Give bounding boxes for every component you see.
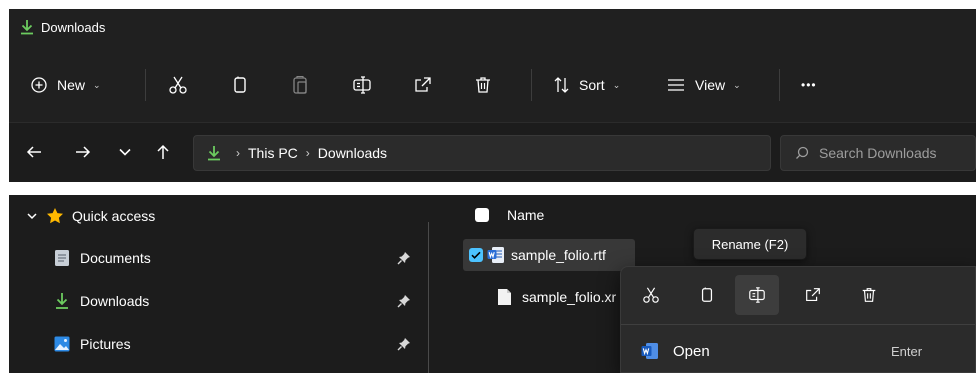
file-name: sample_folio.rtf [511,247,606,263]
chevron-down-icon: ⌄ [93,79,101,90]
rename-icon [748,286,766,304]
row-checkbox-checked[interactable] [469,248,483,262]
column-name-label: Name [507,207,545,223]
ctx-open-item[interactable]: Open Enter [621,333,975,369]
arrow-right-icon [75,144,91,160]
chevron-down-icon: ⌄ [733,79,741,90]
trash-icon [860,286,878,304]
rename-button[interactable] [352,57,372,113]
search-placeholder: Search Downloads [819,145,937,161]
up-button[interactable] [152,141,174,163]
address-bar[interactable]: › This PC › Downloads [193,135,927,171]
forward-button[interactable] [72,141,94,163]
download-arrow-icon [19,19,35,35]
word-document-icon [487,246,505,264]
view-lines-icon [667,78,685,92]
ctx-open-shortcut: Enter [891,343,923,359]
ctx-copy-button[interactable] [685,275,729,315]
download-arrow-icon [206,145,222,161]
window-title-bar: Downloads [19,19,105,35]
paste-button[interactable] [292,57,310,113]
cut-button[interactable] [168,57,188,113]
ctx-delete-button[interactable] [847,275,891,315]
address-row: › This PC › Downloads Search Downloads [9,122,976,182]
command-bar: New ⌄ Sort ⌄ View ⌄ ••• [9,57,976,113]
search-icon [795,146,809,160]
arrow-up-icon [155,144,171,160]
rename-tooltip: Rename (F2) [693,228,807,260]
new-button[interactable]: New ⌄ [31,57,101,113]
copy-button[interactable] [231,57,249,113]
file-row[interactable]: sample_folio.xr [497,281,616,313]
select-all-checkbox[interactable] [475,208,489,222]
new-label: New [57,77,86,93]
scissors-icon [168,75,188,95]
pin-icon[interactable] [397,251,411,265]
search-input[interactable]: Search Downloads [780,135,976,171]
plus-circle-icon [31,77,47,93]
documents-icon [54,249,70,267]
sidebar-item-label: Documents [80,250,151,266]
quick-access-label: Quick access [72,208,156,224]
view-button[interactable]: View ⌄ [667,57,741,113]
file-icon [497,288,512,306]
delete-button[interactable] [473,57,493,113]
back-button[interactable] [23,141,45,163]
view-label: View [695,77,726,93]
pane-splitter[interactable] [428,222,429,373]
share-icon [804,286,822,304]
tooltip-text: Rename (F2) [711,236,789,252]
share-button[interactable] [413,57,433,113]
file-row-selected[interactable]: sample_folio.rtf [463,239,635,271]
chevron-down-icon [118,145,132,159]
chevron-down-icon: ⌄ [612,79,621,90]
breadcrumb: › This PC › Downloads [206,136,387,170]
sidebar-item-downloads[interactable]: Downloads [9,280,419,322]
toolbar-divider [779,69,780,101]
arrow-left-icon [26,144,42,160]
sort-label: Sort [579,77,605,93]
scissors-icon [642,286,660,304]
sidebar-item-label: Pictures [80,336,131,352]
toolbar-divider [531,69,532,101]
navigation-pane: Quick access Documents Downloads Picture… [9,195,437,373]
context-menu: Open Enter [620,266,976,373]
context-menu-quick-actions [621,267,975,325]
ctx-rename-button[interactable] [735,275,779,315]
pin-icon[interactable] [397,337,411,351]
title-and-toolbar: Downloads New ⌄ Sort ⌄ View ⌄ ••• [9,9,976,122]
copy-icon [231,75,249,95]
ctx-share-button[interactable] [791,275,835,315]
sort-arrows-icon [553,76,571,94]
pictures-icon [54,336,70,352]
pin-icon[interactable] [397,294,411,308]
sidebar-item-documents[interactable]: Documents [9,237,419,279]
ctx-cut-button[interactable] [629,275,673,315]
file-name: sample_folio.xr [522,289,617,305]
sort-button[interactable]: Sort ⌄ [553,57,620,113]
sidebar-item-pictures[interactable]: Pictures [9,323,419,365]
ctx-open-label: Open [673,342,710,360]
column-header-name[interactable]: Name [475,199,544,231]
breadcrumb-downloads[interactable]: Downloads [318,145,387,161]
clipboard-icon [292,75,310,95]
share-icon [413,75,433,95]
toolbar-divider [145,69,146,101]
download-arrow-icon [54,292,70,310]
word-app-icon [641,342,659,360]
breadcrumb-separator: › [305,146,310,160]
trash-icon [473,75,493,95]
star-icon [46,207,64,225]
sidebar-item-label: Downloads [80,293,150,309]
breadcrumb-this-pc[interactable]: This PC [248,145,298,161]
rename-icon [352,75,372,95]
recent-locations-button[interactable] [114,141,136,163]
copy-icon [699,286,715,304]
breadcrumb-separator: › [236,146,240,160]
window-title: Downloads [41,19,106,35]
quick-access-item[interactable]: Quick access [9,195,419,237]
more-ellipsis-icon: ••• [801,78,817,92]
see-more-button[interactable]: ••• [801,57,817,113]
chevron-down-icon [26,210,38,222]
